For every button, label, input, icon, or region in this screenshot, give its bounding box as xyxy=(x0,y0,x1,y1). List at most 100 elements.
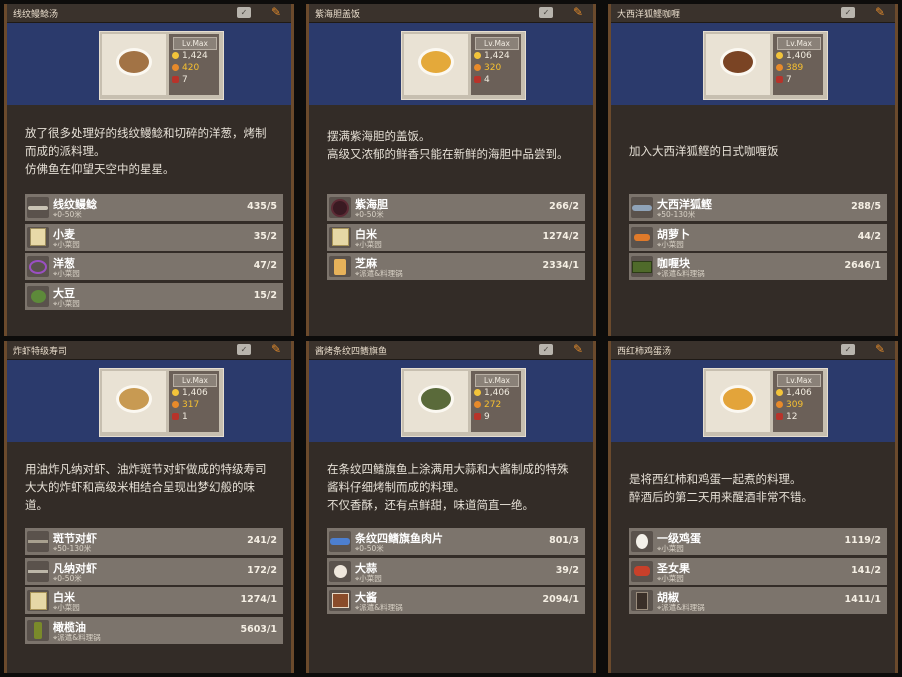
recipe-stats: Lv.Max 1,424 320 4 xyxy=(471,34,521,95)
ingredient-source: ⌖小菜园 xyxy=(657,239,684,249)
pin-icon[interactable]: ✎ xyxy=(573,342,583,356)
coin-icon xyxy=(776,389,783,396)
pin-icon[interactable]: ✎ xyxy=(573,5,583,19)
recipe-image-frame: Lv.Max 1,406 317 1 xyxy=(99,368,224,437)
recipe-card[interactable]: 西红柿鸡蛋汤 ✓ ✎ Lv.Max 1,406 309 12 是将西红柿和鸡蛋一… xyxy=(608,341,898,673)
recipe-title: 西红柿鸡蛋汤 xyxy=(617,347,672,357)
dish-icon xyxy=(116,385,152,413)
checkbox-icon[interactable]: ✓ xyxy=(841,344,855,355)
soybean-paste-icon xyxy=(329,590,351,611)
checkbox-icon[interactable]: ✓ xyxy=(539,344,553,355)
ingredient-count: 241/2 xyxy=(247,535,277,546)
dish-icon xyxy=(720,48,756,76)
ingredient-row[interactable]: 圣女果 ⌖小菜园 141/2 xyxy=(629,557,887,585)
ingredient-row[interactable]: 白米 ⌖小菜园 1274/1 xyxy=(25,587,283,614)
ingredient-count: 2646/1 xyxy=(844,260,881,271)
pin-icon[interactable]: ✎ xyxy=(271,5,281,19)
servings-stat: 7 xyxy=(172,75,188,86)
recipe-description: 用油炸凡纳对虾、油炸斑节对虾做成的特级寿司 大大的炸虾和高级米相结合呈现出梦幻般的… xyxy=(25,460,281,514)
checkbox-icon[interactable]: ✓ xyxy=(539,7,553,18)
recipe-card[interactable]: 炸虾特级寿司 ✓ ✎ Lv.Max 1,406 317 1 用油炸凡纳对虾、油炸… xyxy=(4,341,294,673)
recipe-card[interactable]: 酱烤条纹四鳍旗鱼 ✓ ✎ Lv.Max 1,406 272 9 在条纹四鳍旗鱼上… xyxy=(306,341,596,673)
whiteleg-shrimp-icon xyxy=(27,560,49,582)
ingredient-row[interactable]: 胡萝卜 ⌖小菜园 44/2 xyxy=(629,223,887,251)
ingredient-source: ⌖0-50米 xyxy=(355,210,384,219)
tiger-shrimp-icon xyxy=(27,531,49,552)
recipe-title: 紫海胆盖饭 xyxy=(315,10,361,20)
recipe-card[interactable]: 大西洋狐鲣咖喱 ✓ ✎ Lv.Max 1,406 389 7 加入大西洋狐鲣的日… xyxy=(608,4,898,336)
checkbox-icon[interactable]: ✓ xyxy=(237,344,251,355)
checkbox-icon[interactable]: ✓ xyxy=(841,7,855,18)
ingredient-row[interactable]: 芝麻 ⌖派遣&料理锅 2334/1 xyxy=(327,253,585,280)
ingredient-source: ⌖派遣&料理锅 xyxy=(53,632,101,642)
ingredient-source: ⌖50-130米 xyxy=(657,210,696,219)
checkbox-icon[interactable]: ✓ xyxy=(237,7,251,18)
ingredient-row[interactable]: 咖喱块 ⌖派遣&料理锅 2646/1 xyxy=(629,253,887,280)
description-line: 不仅香酥，还有点鲜甜，味道简直一绝。 xyxy=(327,498,534,512)
servings-stat: 12 xyxy=(776,412,797,423)
ingredient-row[interactable]: 小麦 ⌖小菜园 35/2 xyxy=(25,223,283,251)
ingredient-row[interactable]: 白米 ⌖小菜园 1274/2 xyxy=(327,223,585,251)
ingredient-source: ⌖派遣&料理锅 xyxy=(657,269,705,278)
ingredient-row[interactable]: 洋葱 ⌖小菜园 47/2 xyxy=(25,253,283,280)
coin-icon xyxy=(474,52,481,59)
recipe-stats: Lv.Max 1,424 420 7 xyxy=(169,34,219,95)
description-line: 放了很多处理好的线纹鳗鲶和切碎的洋葱，烤制 xyxy=(25,126,267,140)
ingredient-count: 44/2 xyxy=(857,230,881,242)
ingredient-source: ⌖50-130米 xyxy=(53,544,92,553)
ingredient-source: ⌖0-50米 xyxy=(355,544,384,553)
ingredient-count: 1119/2 xyxy=(844,535,881,546)
card-titlebar: 炸虾特级寿司 ✓ ✎ xyxy=(7,341,291,360)
curry-block-icon xyxy=(631,256,653,277)
recipe-card[interactable]: 线纹鳗鲶汤 ✓ ✎ Lv.Max 1,424 420 7 放了很多处理好的线纹鳗… xyxy=(4,4,294,336)
description-line: 道。 xyxy=(25,498,48,512)
ingredient-row[interactable]: 大西洋狐鲣 ⌖50-130米 288/5 xyxy=(629,194,887,221)
ingredient-source: ⌖小菜园 xyxy=(657,544,684,553)
rice-icon xyxy=(27,590,49,611)
egg-icon xyxy=(631,531,653,552)
ingredient-source: ⌖派遣&料理锅 xyxy=(355,269,403,278)
recipe-image-frame: Lv.Max 1,406 309 12 xyxy=(703,368,828,437)
recipe-title: 大西洋狐鲣咖喱 xyxy=(617,10,681,20)
ingredient-source: ⌖小菜园 xyxy=(53,298,80,308)
pin-icon[interactable]: ✎ xyxy=(875,342,885,356)
ingredient-row[interactable]: 一级鸡蛋 ⌖小菜园 1119/2 xyxy=(629,528,887,555)
description-line: 而成的派料理。 xyxy=(25,144,106,158)
ingredient-source: ⌖派遣&料理锅 xyxy=(355,603,403,612)
recipe-stats: Lv.Max 1,406 309 12 xyxy=(773,371,823,432)
card-titlebar: 线纹鳗鲶汤 ✓ ✎ xyxy=(7,4,291,23)
onion-icon xyxy=(27,256,49,277)
price-stat: 1,406 xyxy=(172,388,208,399)
recipe-card[interactable]: 紫海胆盖饭 ✓ ✎ Lv.Max 1,424 320 4 摆满紫海胆的盖饭。 高级… xyxy=(306,4,596,336)
price-stat: 1,424 xyxy=(474,51,510,62)
olive-oil-icon xyxy=(27,619,49,641)
recipe-description: 是将西红柿和鸡蛋一起煮的料理。 醉酒后的第二天用来醒酒非常不错。 xyxy=(629,470,885,506)
servings-stat: 4 xyxy=(474,75,490,86)
level-badge: Lv.Max xyxy=(475,37,519,50)
ingredient-row[interactable]: 橄榄油 ⌖派遣&料理锅 5603/1 xyxy=(25,616,283,644)
description-line: 在条纹四鳍旗鱼上涂满用大蒜和大酱制成的特殊 xyxy=(327,462,569,476)
meat-icon xyxy=(172,76,179,83)
recipe-image-frame: Lv.Max 1,406 272 9 xyxy=(401,368,526,437)
recipe-banner: Lv.Max 1,406 272 9 xyxy=(309,360,593,442)
ingredient-row[interactable]: 大酱 ⌖派遣&料理锅 2094/1 xyxy=(327,587,585,614)
recipe-image-frame: Lv.Max 1,406 389 7 xyxy=(703,31,828,100)
ingredient-row[interactable]: 紫海胆 ⌖0-50米 266/2 xyxy=(327,194,585,221)
pin-icon[interactable]: ✎ xyxy=(271,342,281,356)
ingredient-list: 大西洋狐鲣 ⌖50-130米 288/5 胡萝卜 ⌖小菜园 44/2 咖喱块 ⌖… xyxy=(629,194,887,283)
servings-stat: 1 xyxy=(172,412,188,423)
ingredient-row[interactable]: 斑节对虾 ⌖50-130米 241/2 xyxy=(25,528,283,555)
card-titlebar: 大西洋狐鲣咖喱 ✓ ✎ xyxy=(611,4,895,23)
ingredient-count: 5603/1 xyxy=(240,623,277,635)
ingredient-row[interactable]: 大豆 ⌖小菜园 15/2 xyxy=(25,282,283,310)
ingredient-row[interactable]: 凡纳对虾 ⌖0-50米 172/2 xyxy=(25,557,283,585)
ingredient-row[interactable]: 胡椒 ⌖派遣&料理锅 1411/1 xyxy=(629,587,887,614)
ingredient-row[interactable]: 线纹鳗鲶 ⌖0-50米 435/5 xyxy=(25,194,283,221)
taste-icon xyxy=(776,64,783,71)
ingredient-row[interactable]: 大蒜 ⌖小菜园 39/2 xyxy=(327,557,585,585)
ingredient-row[interactable]: 条纹四鳍旗鱼肉片 ⌖0-50米 801/3 xyxy=(327,528,585,555)
pin-icon[interactable]: ✎ xyxy=(875,5,885,19)
dish-icon xyxy=(418,48,454,76)
ingredient-count: 1411/1 xyxy=(844,594,881,605)
recipe-stats: Lv.Max 1,406 317 1 xyxy=(169,371,219,432)
